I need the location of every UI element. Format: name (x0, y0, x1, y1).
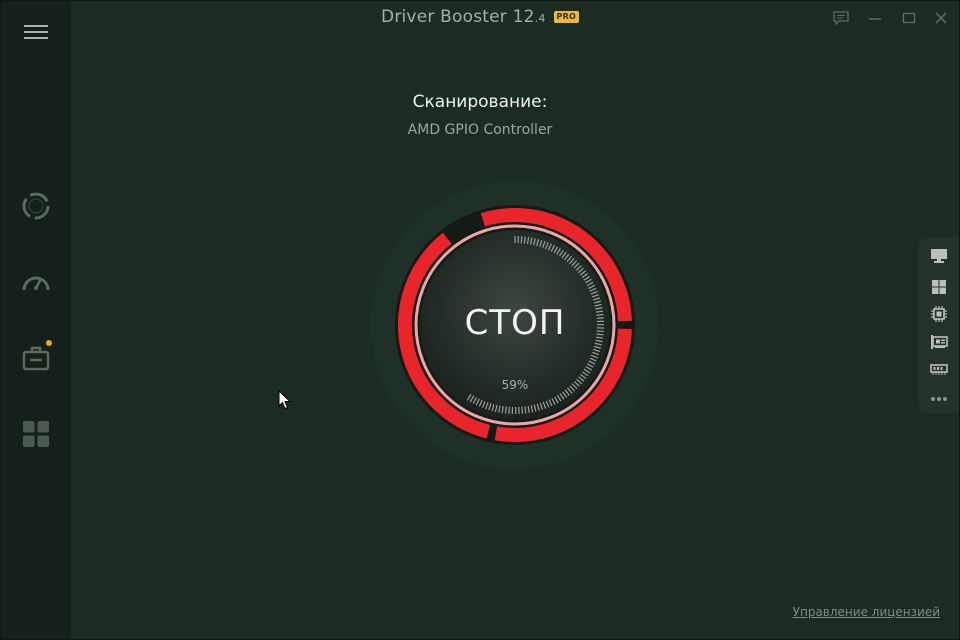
notification-dot (46, 340, 52, 346)
feedback-button[interactable] (831, 9, 851, 27)
app-window: Driver Booster 12.4 PRO Сканирование: AMD… (0, 0, 960, 640)
sidebar-item-boost[interactable] (18, 265, 54, 301)
app-version: .4 (534, 12, 546, 25)
toolbox-icon (22, 346, 50, 371)
category-more[interactable] (928, 389, 950, 409)
maximize-button[interactable] (899, 9, 919, 27)
category-monitor[interactable] (928, 246, 950, 266)
speedometer-icon (22, 276, 50, 291)
pro-badge: PRO (553, 11, 579, 23)
scan-heading: Сканирование: (412, 92, 548, 112)
minimize-icon (869, 18, 881, 20)
minimize-button[interactable] (865, 9, 885, 27)
more-icon (931, 397, 947, 401)
network-card-icon (931, 335, 948, 349)
close-button[interactable] (931, 9, 951, 27)
feedback-icon (833, 11, 849, 25)
license-management-link[interactable]: Управление лицензией (793, 605, 940, 619)
sidebar-item-action-center[interactable] (18, 416, 54, 452)
grid-icon (23, 421, 49, 447)
category-memory[interactable] (928, 359, 950, 379)
sidebar-item-toolbox[interactable] (18, 340, 54, 376)
maximize-icon (902, 12, 916, 24)
device-category-panel (918, 237, 959, 413)
chip-icon (931, 306, 947, 322)
windows-icon (932, 280, 946, 294)
mouse-cursor-icon (278, 390, 292, 410)
memory-icon (930, 364, 948, 375)
progress-percent: 59% (501, 378, 529, 392)
stop-button-label: СТОП (464, 303, 566, 343)
category-chip[interactable] (928, 304, 950, 324)
scan-progress-dial: СТОП 59% (371, 181, 659, 469)
scan-current-device: AMD GPIO Controller (407, 122, 553, 138)
close-icon (935, 12, 947, 24)
category-windows[interactable] (928, 277, 950, 297)
sidebar-item-scan[interactable] (18, 188, 54, 224)
app-title-text: Driver Booster 12 (381, 7, 535, 27)
monitor-icon (931, 249, 947, 263)
scan-ring-icon (22, 192, 50, 220)
app-title: Driver Booster 12.4 PRO (1, 7, 959, 27)
category-network-card[interactable] (928, 332, 950, 352)
